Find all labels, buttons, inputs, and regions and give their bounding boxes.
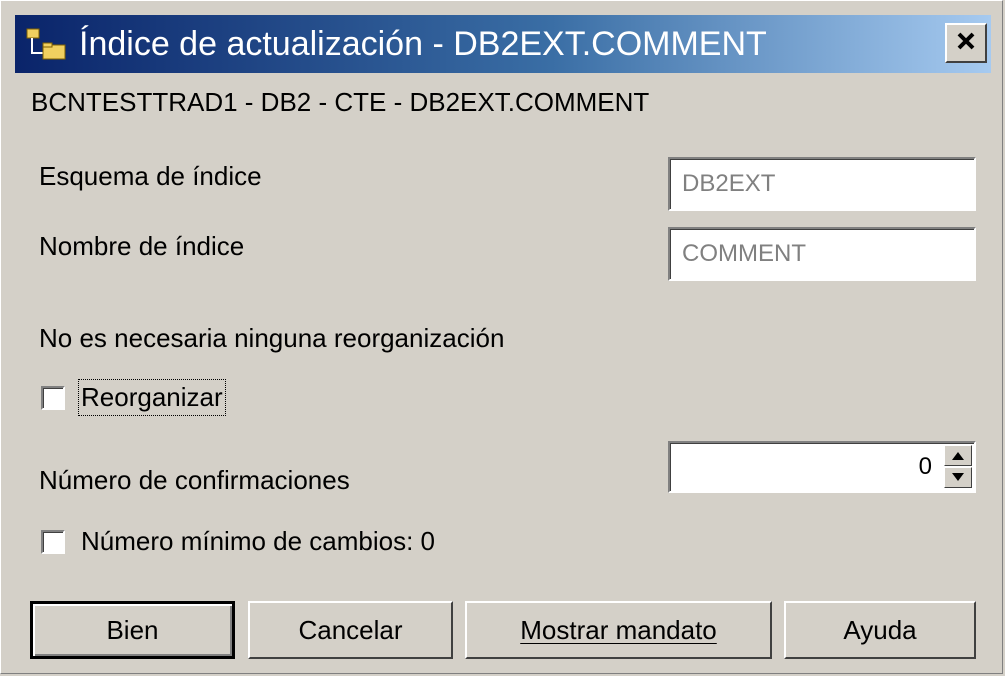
name-field[interactable]: COMMENT	[668, 227, 976, 281]
name-value: COMMENT	[682, 240, 806, 267]
name-label: Nombre de índice	[39, 231, 245, 261]
update-index-dialog: Índice de actualización - DB2EXT.COMMENT…	[0, 0, 1003, 674]
commits-value: 0	[918, 453, 932, 480]
schema-value: DB2EXT	[682, 170, 776, 197]
window-title: Índice de actualización - DB2EXT.COMMENT	[79, 25, 767, 63]
min-changes-checkbox[interactable]	[41, 530, 65, 554]
ok-button[interactable]: Bien	[30, 601, 235, 659]
title-bar: Índice de actualización - DB2EXT.COMMENT	[15, 15, 991, 73]
commits-label: Número de confirmaciones	[39, 465, 350, 495]
object-context: BCNTESTTRAD1 - DB2 - CTE - DB2EXT.COMMEN…	[31, 87, 650, 117]
help-button[interactable]: Ayuda	[784, 601, 976, 659]
schema-label: Esquema de índice	[39, 161, 262, 191]
arrow-down-icon	[952, 473, 964, 481]
spin-up-button[interactable]	[944, 445, 972, 466]
arrow-up-icon	[952, 452, 964, 460]
reorganize-label[interactable]: Reorganizar	[78, 379, 226, 416]
cancel-button[interactable]: Cancelar	[248, 601, 453, 659]
schema-field[interactable]: DB2EXT	[668, 157, 976, 211]
folder-tree-icon	[25, 27, 69, 61]
close-icon	[955, 30, 977, 57]
show-command-button[interactable]: Mostrar mandato	[465, 601, 772, 659]
close-button[interactable]	[945, 23, 987, 63]
commits-spinner[interactable]: 0	[668, 441, 976, 493]
spin-down-button[interactable]	[944, 467, 972, 488]
reorganization-status: No es necesaria ninguna reorganización	[39, 323, 505, 353]
show-command-label: Mostrar mandato	[520, 614, 717, 645]
reorganize-checkbox[interactable]	[41, 386, 65, 410]
min-changes-label[interactable]: Número mínimo de cambios: 0	[81, 526, 435, 557]
